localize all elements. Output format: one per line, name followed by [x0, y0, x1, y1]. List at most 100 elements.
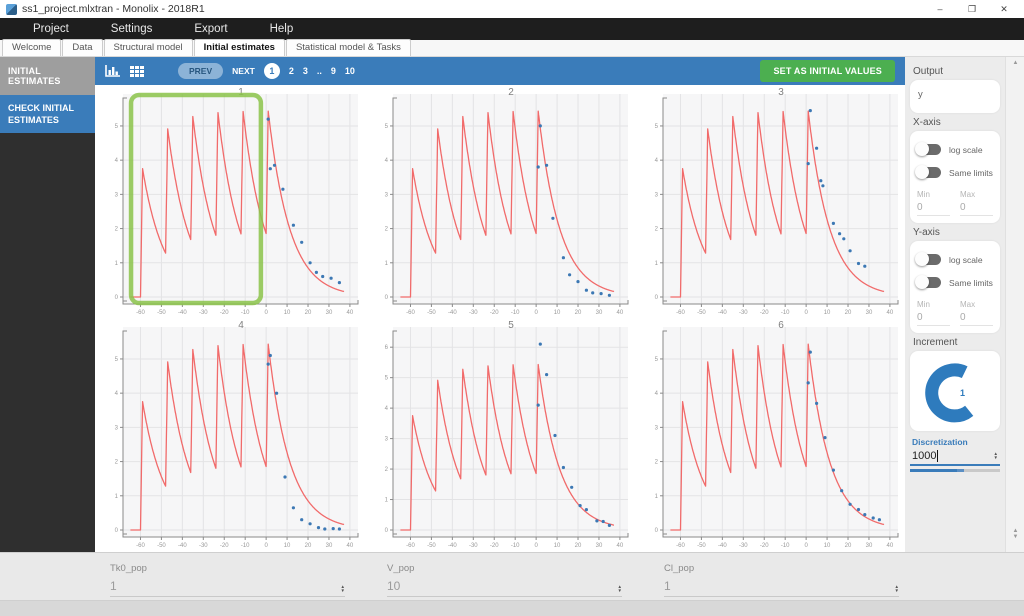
svg-text:5: 5 [655, 124, 659, 130]
svg-text:2: 2 [655, 227, 659, 233]
svg-text:0: 0 [534, 543, 538, 549]
x-axis-max-input[interactable]: 0 [960, 199, 993, 216]
svg-text:-40: -40 [448, 543, 457, 549]
svg-text:20: 20 [575, 310, 582, 316]
scroll-up-icon[interactable]: ▲ [1006, 60, 1024, 66]
menu-item-help[interactable]: Help [249, 23, 315, 35]
svg-text:-50: -50 [427, 543, 436, 549]
svg-text:-40: -40 [178, 310, 187, 316]
page-2[interactable]: 2 [289, 66, 294, 76]
svg-text:1: 1 [655, 494, 659, 500]
svg-text:20: 20 [845, 543, 852, 549]
y-axis-log-scale-label: log scale [949, 254, 983, 265]
subplot-5[interactable]: -60 -50 -40 -30 -20 -10 0 10 20 30 40 0 1 2 3 4 5 6 5 [365, 318, 635, 551]
page-10[interactable]: 10 [345, 66, 355, 76]
svg-text:1: 1 [385, 498, 389, 504]
x-axis-min-input[interactable]: 0 [917, 199, 950, 216]
y-axis-max-input[interactable]: 0 [960, 309, 993, 326]
svg-text:20: 20 [575, 543, 582, 549]
svg-text:1: 1 [385, 261, 389, 267]
maximize-button[interactable]: ❐ [958, 1, 986, 17]
status-strip [0, 600, 1024, 616]
page-9[interactable]: 9 [331, 66, 336, 76]
set-as-initial-values-button[interactable]: SET AS INITIAL VALUES [760, 60, 895, 82]
svg-text:5: 5 [385, 124, 389, 130]
svg-text:30: 30 [596, 310, 603, 316]
next-button[interactable]: NEXT [232, 66, 255, 76]
discretization-input[interactable]: 1000 ▲ ▼ [910, 449, 1000, 466]
tab-welcome[interactable]: Welcome [2, 39, 62, 56]
chart-view-icon[interactable] [105, 64, 120, 78]
param-tk0-pop-stepper[interactable]: ▲ ▼ [341, 584, 345, 593]
y-axis-log-scale-toggle[interactable] [915, 252, 941, 266]
discretization-stepper[interactable]: ▲ ▼ [994, 451, 998, 460]
x-axis-log-scale-toggle[interactable] [915, 142, 941, 156]
discretization-value: 1000 [912, 450, 937, 462]
minimize-button[interactable]: – [926, 1, 954, 17]
svg-text:10: 10 [554, 543, 561, 549]
svg-text:-10: -10 [511, 543, 520, 549]
prev-button[interactable]: PREV [178, 63, 224, 79]
tab-initial-estimates[interactable]: Initial estimates [193, 39, 285, 56]
scroll-down-icon[interactable]: ▲ ▼ [1006, 528, 1024, 540]
increment-knob[interactable]: 1 [919, 355, 991, 425]
svg-text:6: 6 [778, 320, 784, 331]
param-v-pop-input[interactable]: 10 ▲ ▼ [387, 579, 622, 597]
menu-item-settings[interactable]: Settings [90, 23, 174, 35]
tab-structural-model[interactable]: Structural model [103, 39, 193, 56]
svg-text:-50: -50 [697, 543, 706, 549]
svg-text:-30: -30 [199, 310, 208, 316]
increment-card: 1 [910, 351, 1000, 431]
vertical-scrollbar[interactable]: ▲ ▲ ▼ [1005, 57, 1024, 552]
svg-text:30: 30 [326, 310, 333, 316]
svg-text:0: 0 [385, 295, 389, 301]
svg-text:-20: -20 [760, 543, 769, 549]
svg-text:10: 10 [824, 543, 831, 549]
param-tk0-pop-input[interactable]: 1 ▲ ▼ [110, 579, 345, 597]
page-1[interactable]: 1 [263, 63, 280, 79]
table-view-icon[interactable] [130, 65, 144, 77]
plots-grid: -60 -50 -40 -30 -20 -10 0 10 20 30 40 0 1 2 3 4 5 1 -60 -50… [95, 85, 905, 552]
subplot-4[interactable]: -60 -50 -40 -30 -20 -10 0 10 20 30 40 0 1 2 3 4 5 4 [95, 318, 365, 551]
right-settings-panel: Output y X-axis log scale Same limits Mi… [905, 57, 1005, 552]
param-cl-pop-input[interactable]: 1 ▲ ▼ [664, 579, 899, 597]
y-axis-min-input[interactable]: 0 [917, 309, 950, 326]
svg-text:40: 40 [347, 543, 354, 549]
svg-text:1: 1 [115, 261, 119, 267]
svg-text:4: 4 [238, 320, 244, 331]
tab-statistical-model-tasks[interactable]: Statistical model & Tasks [285, 39, 411, 56]
svg-text:0: 0 [264, 543, 268, 549]
svg-text:-30: -30 [739, 543, 748, 549]
close-button[interactable]: ✕ [990, 1, 1018, 17]
menu-item-project[interactable]: Project [12, 23, 90, 35]
svg-text:40: 40 [617, 310, 624, 316]
discretization-label: Discretization [912, 437, 968, 447]
svg-text:-30: -30 [199, 543, 208, 549]
svg-text:0: 0 [115, 295, 119, 301]
sidebar-item-check-initial-estimates[interactable]: CHECK INITIAL ESTIMATES [0, 95, 95, 134]
svg-text:30: 30 [326, 543, 333, 549]
subplot-6[interactable]: -60 -50 -40 -30 -20 -10 0 10 20 30 40 0 1 2 3 4 5 6 [635, 318, 905, 551]
subplot-1[interactable]: -60 -50 -40 -30 -20 -10 0 10 20 30 40 0 1 2 3 4 5 1 [95, 85, 365, 318]
svg-text:5: 5 [655, 357, 659, 363]
y-axis-same-limits-toggle[interactable] [915, 275, 941, 289]
svg-text:-60: -60 [136, 310, 145, 316]
subplot-3[interactable]: -60 -50 -40 -30 -20 -10 0 10 20 30 40 0 1 2 3 4 5 3 [635, 85, 905, 318]
tab-data[interactable]: Data [62, 39, 103, 56]
param-v-pop-stepper[interactable]: ▲ ▼ [618, 584, 622, 593]
svg-text:-10: -10 [781, 543, 790, 549]
x-axis-max-label: Max [960, 190, 976, 199]
x-axis-card: log scale Same limits Min 0 Max 0 [910, 131, 1000, 223]
output-value[interactable]: y [917, 87, 993, 106]
param-cl-pop-stepper[interactable]: ▲ ▼ [895, 584, 899, 593]
sidebar-header: INITIAL ESTIMATES [0, 57, 95, 95]
x-axis-same-limits-toggle[interactable] [915, 165, 941, 179]
svg-text:3: 3 [115, 192, 119, 198]
svg-text:-50: -50 [157, 543, 166, 549]
svg-text:4: 4 [385, 406, 389, 412]
menu-item-export[interactable]: Export [173, 23, 248, 35]
page-3[interactable]: 3 [303, 66, 308, 76]
discretization-slider[interactable] [910, 469, 1000, 472]
subplot-2[interactable]: -60 -50 -40 -30 -20 -10 0 10 20 30 40 0 1 2 3 4 5 2 [365, 85, 635, 318]
svg-text:10: 10 [824, 310, 831, 316]
